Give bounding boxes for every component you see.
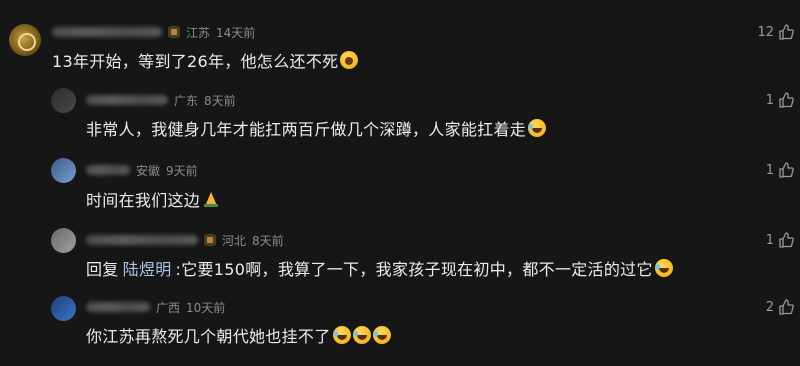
laughing-crying-emoji-icon [654,259,673,277]
reply-text[interactable]: 非常人，我健身几年才能扛两百斤做几个深蹲，人家能扛着走 [86,117,547,139]
username-blurred[interactable] [86,95,168,105]
laughing-crying-emoji-icon [372,326,391,344]
praying-hands-emoji-icon [202,190,220,208]
location-label: 江苏 [186,25,211,40]
location-label: 广西 [156,300,181,315]
location-label: 河北 [222,233,247,248]
reply-text-body: 非常人，我健身几年才能扛两百斤做几个深蹲，人家能扛着走 [86,120,527,139]
thumbs-up-icon [779,162,794,178]
comment-meta: 江苏 14天前 [52,22,261,42]
thumbs-up-icon [779,92,794,108]
reply-text-body: :它要150啊，我算了一下，我家孩子现在初中，都不一定活的过它 [175,260,653,279]
thumbs-up-icon [779,299,794,315]
like-count: 1 [765,232,774,248]
reply-text[interactable]: 时间在我们这边 [86,188,220,210]
comment-text-body: 13年开始，等到了26年，他怎么还不死 [52,52,339,71]
mention-link[interactable]: 陆煜明 [123,256,172,280]
username-blurred[interactable] [86,302,150,312]
like-count: 1 [765,92,774,108]
reply-item: 安徽 9天前 时间在我们这边 1 [0,154,800,216]
like-button[interactable]: 2 [766,299,794,315]
location-label: 安徽 [136,163,161,178]
badge-icon [204,234,216,246]
reply-text-body: 你江苏再熬死几个朝代她也挂不了 [86,327,331,346]
time-label: 8天前 [252,233,284,248]
like-count: 2 [765,299,774,315]
like-count: 1 [765,162,774,178]
badge-icon [168,26,180,38]
thumbs-up-icon [779,232,794,248]
time-label: 10天前 [186,300,226,315]
username-blurred[interactable] [52,27,162,37]
like-button[interactable]: 12 [757,24,794,40]
avatar[interactable] [51,158,76,183]
like-count: 12 [757,24,774,40]
laughing-crying-emoji-icon [332,326,351,344]
location-label: 广东 [174,93,199,108]
reply-meta: 安徽 9天前 [86,160,204,180]
comment-item: 江苏 14天前 13年开始，等到了26年，他怎么还不死 12 [0,0,800,80]
avatar[interactable] [51,228,76,253]
avatar[interactable] [51,88,76,113]
grimace-emoji-icon [340,51,359,69]
like-button[interactable]: 1 [766,92,794,108]
reply-prefix: 回复 [86,260,119,279]
laughing-crying-emoji-icon [352,326,371,344]
laughing-crying-emoji-icon [528,119,547,137]
reply-meta: 广东 8天前 [86,90,242,110]
username-blurred[interactable] [86,235,198,245]
time-label: 9天前 [166,163,198,178]
time-label: 14天前 [216,25,256,40]
like-button[interactable]: 1 [766,162,794,178]
like-button[interactable]: 1 [766,232,794,248]
comment-text[interactable]: 13年开始，等到了26年，他怎么还不死 [52,49,359,71]
username-blurred[interactable] [86,165,130,175]
reply-item: 广东 8天前 非常人，我健身几年才能扛两百斤做几个深蹲，人家能扛着走 1 [0,86,800,148]
reply-meta: 河北 8天前 [86,230,290,250]
time-label: 8天前 [204,93,236,108]
avatar[interactable] [51,296,76,321]
reply-meta: 广西 10天前 [86,297,231,317]
reply-text[interactable]: 回复 陆煜明 :它要150啊，我算了一下，我家孩子现在初中，都不一定活的过它 [86,257,673,279]
reply-text[interactable]: 你江苏再熬死几个朝代她也挂不了 [86,324,391,346]
reply-item: 广西 10天前 你江苏再熬死几个朝代她也挂不了 2 [0,292,800,362]
thumbs-up-icon [779,24,794,40]
reply-text-body: 时间在我们这边 [86,191,201,210]
avatar[interactable] [9,24,41,56]
reply-item: 河北 8天前 回复 陆煜明 :它要150啊，我算了一下，我家孩子现在初中，都不一… [0,224,800,286]
